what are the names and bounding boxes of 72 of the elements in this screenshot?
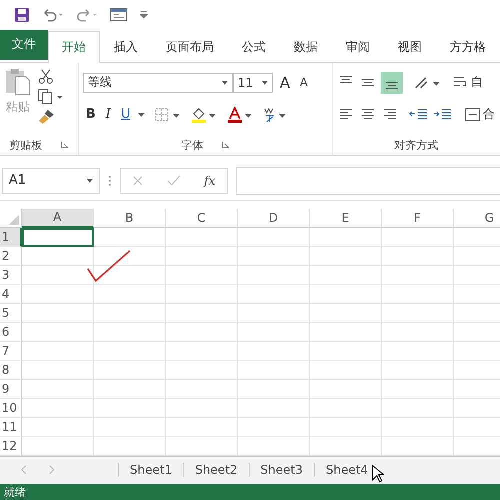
group-label: 剪贴板 xyxy=(10,138,42,153)
formula-field[interactable] xyxy=(236,166,500,195)
underline-button[interactable]: U xyxy=(118,107,134,122)
cancel-icon[interactable] xyxy=(132,174,144,187)
font-name-field[interactable]: 等线 xyxy=(83,72,233,93)
confirm-icon[interactable] xyxy=(167,174,182,187)
row-header[interactable]: 1 xyxy=(0,228,22,247)
row-header[interactable]: 4 xyxy=(0,284,22,304)
ribbon-tab[interactable]: 插入 xyxy=(100,30,152,63)
select-all-icon[interactable] xyxy=(9,214,19,225)
ribbon-tab[interactable]: 视图 xyxy=(384,30,436,63)
sheet-tab[interactable]: Sheet1 xyxy=(118,463,184,478)
row-header[interactable]: 2 xyxy=(0,246,22,266)
name-box[interactable]: A1 xyxy=(2,168,100,194)
merge-button[interactable]: 合 xyxy=(465,106,495,124)
column-header[interactable]: F xyxy=(382,208,454,228)
ribbon-tab[interactable]: 页面布局 xyxy=(152,30,228,63)
scroll-right-icon[interactable] xyxy=(48,465,56,476)
scroll-left-icon[interactable] xyxy=(20,465,28,476)
ribbon-tab[interactable]: 开始 xyxy=(48,30,100,63)
column-header[interactable]: D xyxy=(238,208,310,228)
border-icon[interactable] xyxy=(154,108,181,122)
wrap-text-button[interactable]: 自 xyxy=(453,74,483,92)
column-header[interactable]: E xyxy=(310,208,382,228)
align-bottom-icon[interactable] xyxy=(381,72,403,94)
sheet-tab[interactable]: Sheet3 xyxy=(248,463,314,478)
brush-icon[interactable] xyxy=(38,108,56,125)
row-header[interactable]: 10 xyxy=(0,398,22,418)
row-header[interactable]: 3 xyxy=(0,266,22,285)
customize-icon[interactable] xyxy=(140,10,148,20)
column-header[interactable]: B xyxy=(94,208,166,228)
checkmark-drawing xyxy=(86,248,132,283)
column-header[interactable]: C xyxy=(166,208,238,228)
shrink-font-button[interactable]: A xyxy=(297,76,311,90)
group-label: 对齐方式 xyxy=(394,138,438,153)
launcher-icon[interactable] xyxy=(60,141,68,150)
row-header[interactable]: 11 xyxy=(0,418,22,437)
dropdown-icon[interactable] xyxy=(138,112,145,117)
row-header[interactable]: 9 xyxy=(0,380,22,399)
clipboard-icon[interactable] xyxy=(4,66,32,97)
grow-font-button[interactable]: A xyxy=(277,74,294,92)
group-label: 字体 xyxy=(182,138,204,153)
row-header[interactable]: 6 xyxy=(0,322,22,342)
row-header[interactable]: 8 xyxy=(0,360,22,380)
launcher-icon[interactable] xyxy=(222,141,230,150)
undo-icon[interactable] xyxy=(42,8,64,22)
bold-button[interactable]: B xyxy=(83,107,99,122)
row-header[interactable]: 7 xyxy=(0,342,22,361)
font-color-icon[interactable] xyxy=(226,106,253,123)
column-header[interactable]: G xyxy=(454,208,500,228)
ribbon-tab[interactable]: 方方格 xyxy=(436,30,500,63)
merge-icon[interactable] xyxy=(465,106,481,123)
sheet-tab[interactable]: Sheet2 xyxy=(183,463,249,478)
file-tab[interactable]: 文件 xyxy=(0,30,48,60)
ribbon-tab[interactable]: 审阅 xyxy=(332,30,384,63)
save-icon[interactable] xyxy=(14,6,30,23)
copy-icon[interactable] xyxy=(38,88,64,105)
phonetic-guide-icon[interactable] xyxy=(262,106,287,123)
font-size-field[interactable]: 11 xyxy=(233,72,273,93)
status-text: 就绪 xyxy=(4,484,26,500)
column-header[interactable]: A xyxy=(22,208,94,228)
fill-color-icon[interactable] xyxy=(190,106,217,123)
ribbon-tab[interactable]: 数据 xyxy=(280,30,332,63)
form-icon[interactable] xyxy=(110,8,128,22)
grip-icon xyxy=(108,174,112,187)
grid-cell[interactable] xyxy=(22,228,94,247)
row-header[interactable]: 5 xyxy=(0,304,22,323)
scissors-icon[interactable] xyxy=(38,68,54,85)
redo-icon[interactable] xyxy=(76,8,98,22)
ribbon-tab[interactable]: 公式 xyxy=(228,30,280,63)
italic-button[interactable]: I xyxy=(102,107,114,122)
insert-function-button[interactable]: fx xyxy=(204,174,216,188)
